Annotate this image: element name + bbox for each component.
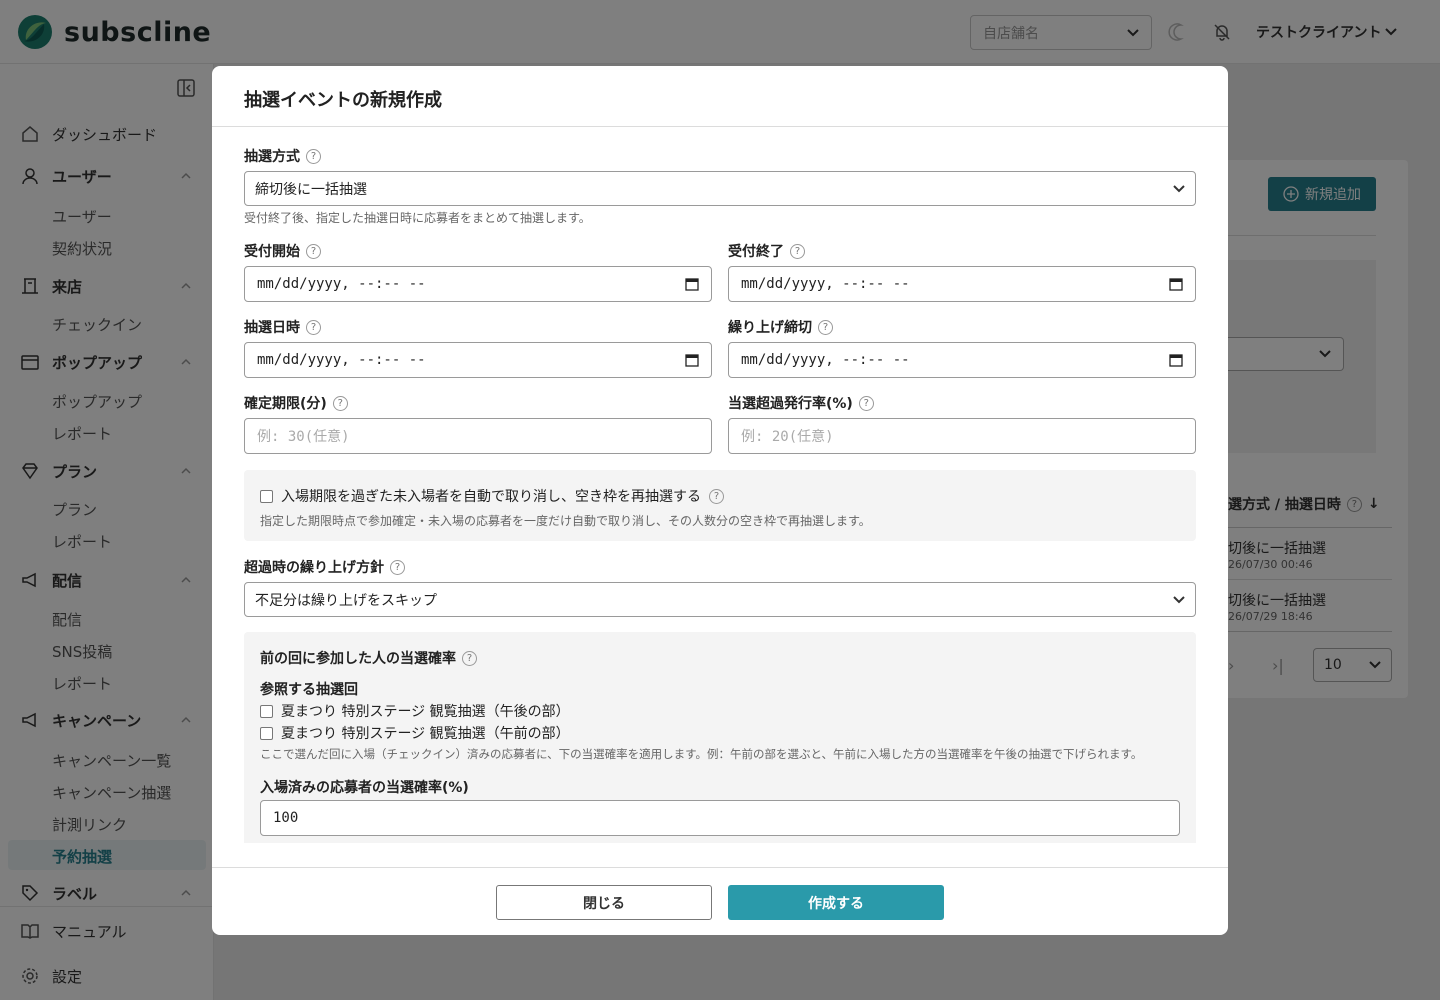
modal-title: 抽選イベントの新規作成 bbox=[244, 90, 442, 111]
help-icon[interactable]: ? bbox=[306, 148, 321, 164]
overissue-rate-input[interactable]: 例: 20(任意) bbox=[728, 418, 1196, 454]
ref-round-option[interactable]: 夏まつり 特別ステージ 観覧抽選（午前の部） bbox=[260, 723, 570, 743]
lottery-method-label: 抽選方式 ? bbox=[244, 146, 321, 166]
chevron-down-icon bbox=[1173, 595, 1185, 603]
auto-cancel-panel: 入場期限を過ぎた未入場者を自動で取り消し、空き枠を再抽選する ? 指定した期限時… bbox=[244, 470, 1196, 541]
ref-round-option-label: 夏まつり 特別ステージ 観覧抽選（午後の部） bbox=[281, 704, 570, 720]
carry-deadline-label-text: 繰り上げ締切 bbox=[728, 320, 812, 336]
carry-policy-value: 不足分は繰り上げをスキップ bbox=[255, 592, 437, 609]
carry-deadline-label: 繰り上げ締切 ? bbox=[728, 317, 833, 337]
help-icon[interactable]: ? bbox=[306, 319, 321, 335]
overissue-rate-label-text: 当選超過発行率(%) bbox=[728, 396, 853, 412]
previous-rate-section-text: 前の回に参加した人の当選確率 bbox=[260, 651, 456, 667]
ref-round-option[interactable]: 夏まつり 特別ステージ 観覧抽選（午後の部） bbox=[260, 701, 570, 721]
accept-end-label: 受付終了 ? bbox=[728, 241, 805, 261]
draw-datetime-input[interactable]: mm/dd/yyyy, --:-- -- bbox=[244, 342, 712, 378]
confirm-limit-label: 確定期限(分) ? bbox=[244, 393, 348, 413]
help-icon[interactable]: ? bbox=[462, 650, 477, 666]
entered-rate-input[interactable]: 100 bbox=[260, 800, 1180, 836]
lottery-method-hint: 受付終了後、指定した抽選日時に応募者をまとめて抽選します。 bbox=[244, 211, 591, 225]
help-icon[interactable]: ? bbox=[306, 243, 321, 259]
auto-cancel-label: 入場期限を過ぎた未入場者を自動で取り消し、空き枠を再抽選する bbox=[281, 489, 701, 505]
help-icon[interactable]: ? bbox=[858, 395, 874, 411]
create-button[interactable]: 作成する bbox=[728, 885, 944, 920]
calendar-icon[interactable] bbox=[685, 353, 699, 367]
accept-end-input[interactable]: mm/dd/yyyy, --:-- -- bbox=[728, 266, 1196, 302]
accept-end-label-text: 受付終了 bbox=[728, 244, 784, 260]
carry-policy-label: 超過時の繰り上げ方針 ? bbox=[244, 557, 405, 577]
help-icon[interactable]: ? bbox=[818, 319, 833, 335]
accept-start-value: mm/dd/yyyy, --:-- -- bbox=[257, 276, 426, 292]
accept-start-label: 受付開始 ? bbox=[244, 241, 321, 261]
help-icon[interactable]: ? bbox=[709, 488, 724, 504]
lottery-method-value: 締切後に一括抽選 bbox=[255, 181, 367, 198]
carry-deadline-input[interactable]: mm/dd/yyyy, --:-- -- bbox=[728, 342, 1196, 378]
modal-header: 抽選イベントの新規作成 bbox=[212, 66, 1228, 127]
help-icon[interactable]: ? bbox=[332, 395, 348, 411]
lottery-method-select[interactable]: 締切後に一括抽選 bbox=[244, 171, 1196, 206]
accept-start-label-text: 受付開始 bbox=[244, 244, 300, 260]
confirm-limit-label-text: 確定期限(分) bbox=[244, 396, 327, 412]
accept-end-value: mm/dd/yyyy, --:-- -- bbox=[741, 276, 910, 292]
confirm-limit-placeholder: 例: 30(任意) bbox=[257, 429, 350, 445]
calendar-icon[interactable] bbox=[685, 277, 699, 291]
calendar-icon[interactable] bbox=[1169, 277, 1183, 291]
close-button[interactable]: 閉じる bbox=[496, 885, 712, 920]
confirm-limit-input[interactable]: 例: 30(任意) bbox=[244, 418, 712, 454]
auto-cancel-checkbox[interactable] bbox=[260, 489, 273, 503]
carry-policy-label-text: 超過時の繰り上げ方針 bbox=[244, 560, 384, 576]
entered-rate-label: 入場済みの応募者の当選確率(%) bbox=[260, 780, 469, 796]
create-lottery-event-modal: 抽選イベントの新規作成 抽選方式 ? 締切後に一括抽選 受付終了後、指定した抽選… bbox=[212, 66, 1228, 935]
help-icon[interactable]: ? bbox=[790, 243, 805, 259]
carry-policy-select[interactable]: 不足分は繰り上げをスキップ bbox=[244, 582, 1196, 617]
help-icon[interactable]: ? bbox=[390, 559, 405, 575]
ref-round-label: 参照する抽選回 bbox=[260, 682, 358, 698]
draw-datetime-value: mm/dd/yyyy, --:-- -- bbox=[257, 352, 426, 368]
draw-datetime-label-text: 抽選日時 bbox=[244, 320, 300, 336]
auto-cancel-checkbox-row[interactable]: 入場期限を過ぎた未入場者を自動で取り消し、空き枠を再抽選する ? bbox=[260, 486, 724, 506]
overissue-rate-placeholder: 例: 20(任意) bbox=[741, 429, 834, 445]
previous-rate-panel: 前の回に参加した人の当選確率 ? 参照する抽選回 夏まつり 特別ステージ 観覧抽… bbox=[244, 632, 1196, 843]
modal-body[interactable]: 抽選方式 ? 締切後に一括抽選 受付終了後、指定した抽選日時に応募者をまとめて抽… bbox=[244, 127, 1196, 843]
previous-rate-hint: ここで選んだ回に入場（チェックイン）済みの応募者に、下の当選確率を適用します。例… bbox=[260, 747, 1143, 761]
calendar-icon[interactable] bbox=[1169, 353, 1183, 367]
lottery-method-label-text: 抽選方式 bbox=[244, 149, 300, 165]
overissue-rate-label: 当選超過発行率(%) ? bbox=[728, 393, 874, 413]
ref-round-option-label: 夏まつり 特別ステージ 観覧抽選（午前の部） bbox=[281, 726, 570, 742]
chevron-down-icon bbox=[1173, 184, 1185, 192]
ref-round-checkbox[interactable] bbox=[260, 704, 273, 718]
modal-footer: 閉じる 作成する bbox=[212, 867, 1228, 935]
ref-round-checkbox[interactable] bbox=[260, 726, 273, 740]
previous-rate-section-label: 前の回に参加した人の当選確率 ? bbox=[260, 648, 477, 668]
accept-start-input[interactable]: mm/dd/yyyy, --:-- -- bbox=[244, 266, 712, 302]
entered-rate-value: 100 bbox=[273, 810, 299, 826]
draw-datetime-label: 抽選日時 ? bbox=[244, 317, 321, 337]
auto-cancel-hint: 指定した期限時点で参加確定・未入場の応募者を一度だけ自動で取り消し、その人数分の… bbox=[260, 514, 871, 528]
carry-deadline-value: mm/dd/yyyy, --:-- -- bbox=[741, 352, 910, 368]
